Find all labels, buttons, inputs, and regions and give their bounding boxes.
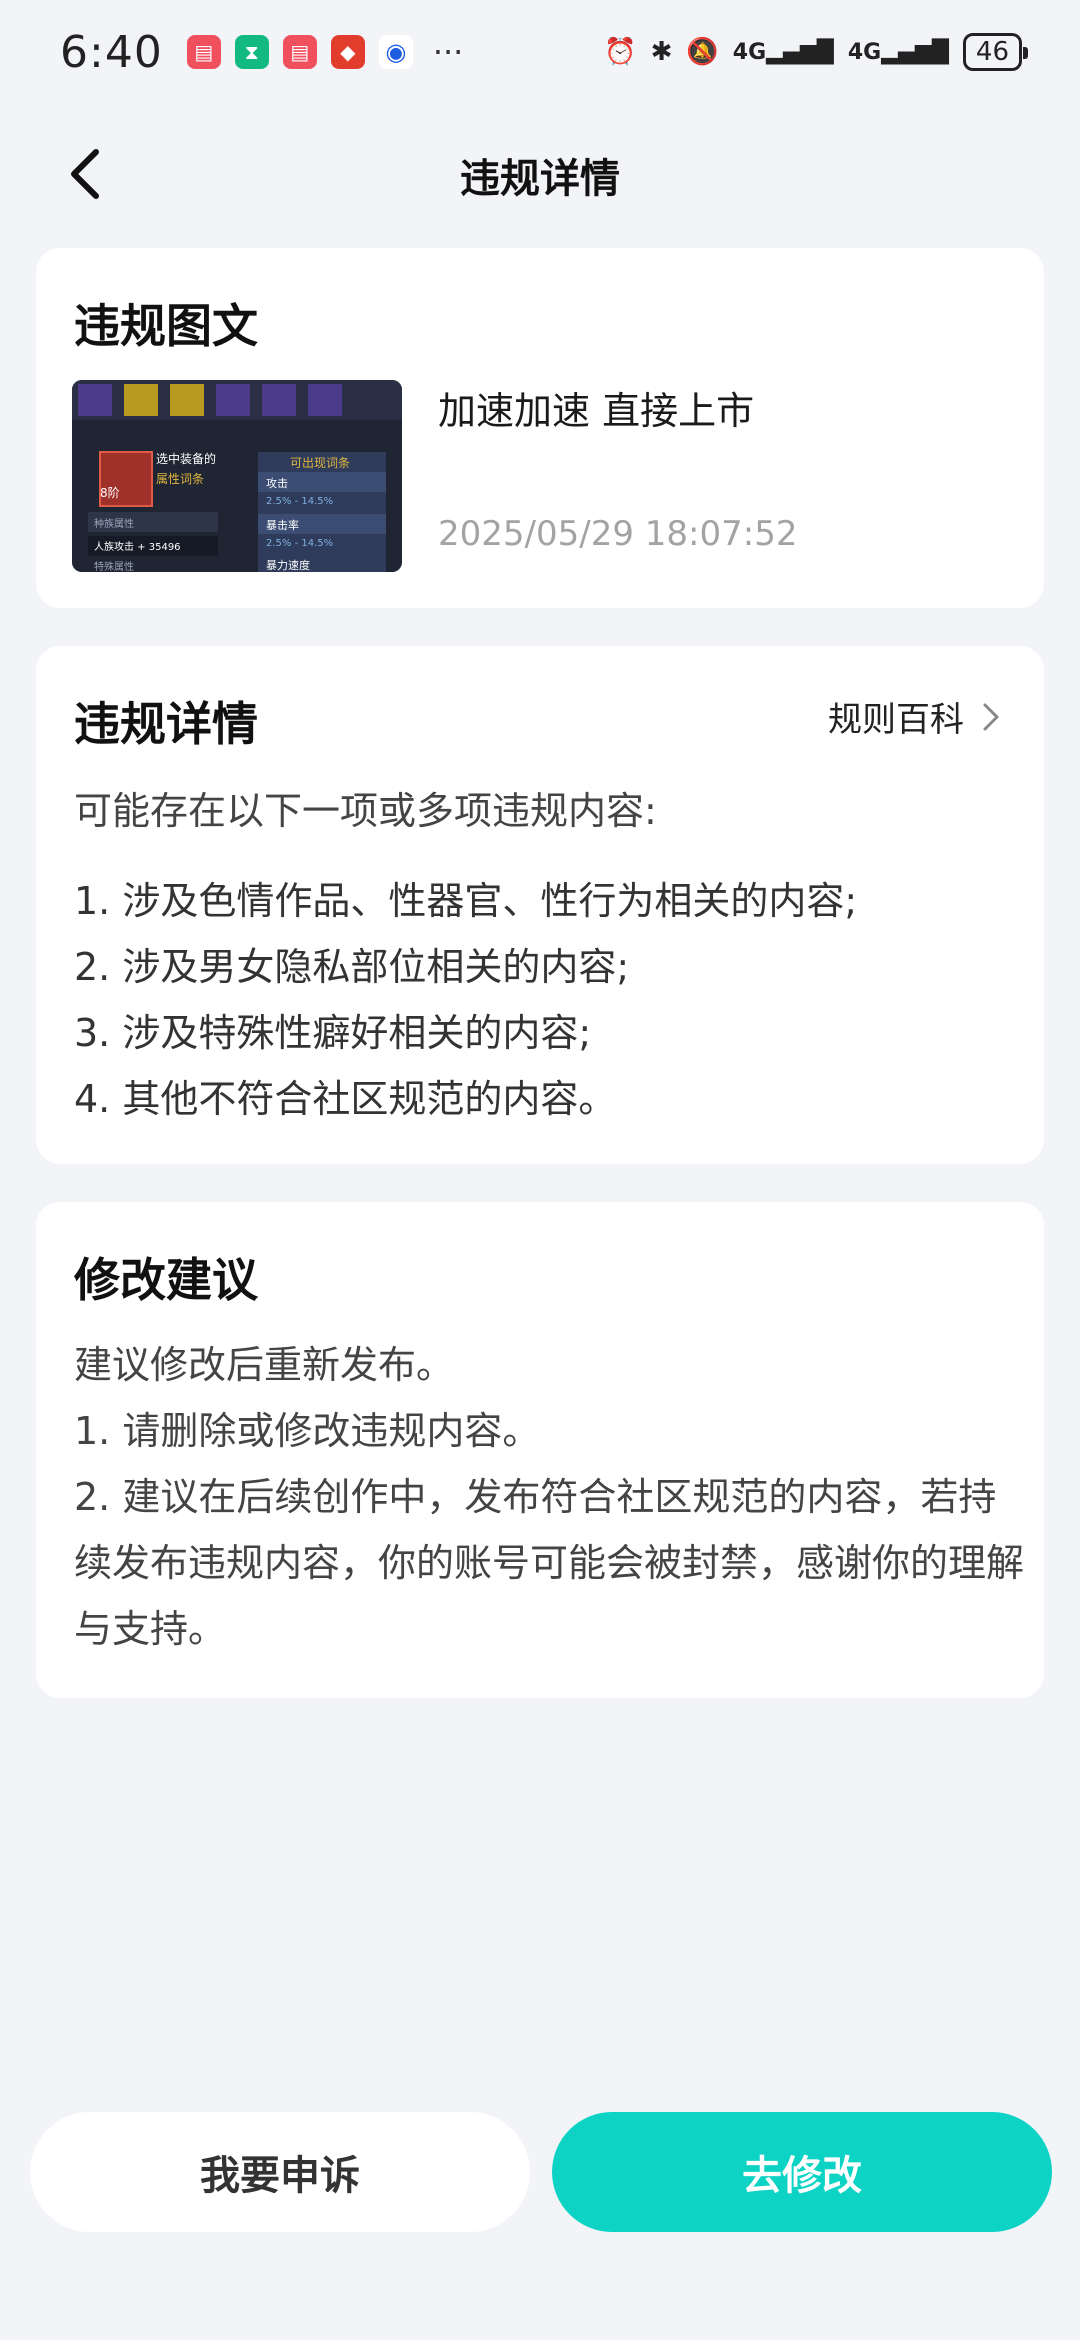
page-header: 违规详情 — [0, 130, 1080, 220]
alarm-icon: ⏰ — [604, 37, 637, 67]
signal-icon: 4G▂▄▆█ — [847, 39, 949, 65]
thumbnail-attr-label: 属性词条 — [156, 472, 205, 486]
list-item: 3. 涉及特殊性癖好相关的内容; — [74, 1011, 592, 1055]
status-left: 6:40 ▤ ⧗ ▤ ◆ ◉ ··· — [60, 27, 463, 78]
thumbnail-row: 2.5% - 14.5% — [266, 496, 334, 507]
status-time: 6:40 — [60, 26, 163, 78]
violation-post-card: 违规图文 选中装备的 属性词条 8阶 可出现词条 攻击 2.5% - 14.5%… — [36, 248, 1044, 608]
timer-app-icon: ⧗ — [234, 35, 269, 69]
suggestion-line: 建议修改后重新发布。 — [74, 1343, 455, 1387]
post-timestamp: 2025/05/29 18:07:52 — [438, 514, 798, 554]
thumbnail-row: 攻击 — [266, 477, 288, 490]
thumbnail-row: 2.5% - 14.5% — [266, 538, 334, 549]
suggestion-line: 1. 请删除或修改违规内容。 — [74, 1409, 541, 1453]
more-notifications-icon: ··· — [432, 33, 464, 71]
browser-app-icon: ◉ — [378, 35, 413, 69]
status-right: ⏰ ✱ 🔕 4G▂▄▆█ 4G▂▄▆█ 46 — [604, 33, 1029, 71]
list-item: 2. 涉及男女隐私部位相关的内容; — [74, 945, 630, 989]
app-notification-icon: ▤ — [282, 35, 317, 69]
violation-detail-card: 违规详情 规则百科 可能存在以下一项或多项违规内容: 1. 涉及色情作品、性器官… — [36, 646, 1044, 1164]
section-title: 违规详情 — [74, 697, 258, 751]
violation-list: 1. 涉及色情作品、性器官、性行为相关的内容; 2. 涉及男女隐私部位相关的内容… — [74, 868, 857, 1132]
thumbnail-race-value: 人族攻击 + 35496 — [94, 542, 181, 553]
section-title: 修改建议 — [74, 1253, 258, 1307]
thumbnail-row: 暴击率 — [266, 519, 299, 532]
signal-icon: 4G▂▄▆█ — [732, 39, 834, 65]
suggestion-card: 修改建议 建议修改后重新发布。 1. 请删除或修改违规内容。 2. 建议在后续创… — [36, 1202, 1044, 1698]
suggestion-text: 建议修改后重新发布。 1. 请删除或修改违规内容。 2. 建议在后续创作中，发布… — [74, 1332, 1024, 1662]
post-thumbnail[interactable]: 选中装备的 属性词条 8阶 可出现词条 攻击 2.5% - 14.5% 暴击率 … — [72, 380, 402, 572]
thumbnail-selected-label: 选中装备的 — [156, 452, 217, 466]
edit-button[interactable]: 去修改 — [552, 2112, 1052, 2232]
appeal-button[interactable]: 我要申诉 — [30, 2112, 530, 2232]
thumbnail-available-label: 可出现词条 — [290, 456, 351, 470]
game-app-icon: ◆ — [330, 35, 365, 69]
thumbnail-race-label: 种族属性 — [94, 519, 134, 530]
list-item: 1. 涉及色情作品、性器官、性行为相关的内容; — [74, 879, 858, 923]
chevron-left-icon — [71, 149, 99, 199]
battery-indicator: 46 — [962, 33, 1029, 71]
thumbnail-special-label: 特殊属性 — [94, 562, 134, 572]
app-notification-icon: ▤ — [186, 35, 221, 69]
rules-wiki-link[interactable]: 规则百科 — [828, 692, 1000, 741]
back-button[interactable] — [58, 146, 114, 202]
rules-link-label: 规则百科 — [828, 700, 964, 740]
detail-intro: 可能存在以下一项或多项违规内容: — [74, 789, 657, 833]
section-title: 违规图文 — [74, 299, 258, 353]
chevron-right-icon — [983, 703, 999, 730]
post-text[interactable]: 加速加速 直接上市 — [438, 380, 754, 435]
status-bar: 6:40 ▤ ⧗ ▤ ◆ ◉ ··· ⏰ ✱ 🔕 4G▂▄▆█ 4G▂▄▆█ 4… — [0, 0, 1080, 104]
mute-icon: 🔕 — [686, 37, 719, 67]
bluetooth-icon: ✱ — [650, 37, 673, 67]
suggestion-line: 2. 建议在后续创作中，发布符合社区规范的内容，若持续发布违规内容，你的账号可能… — [74, 1475, 1025, 1651]
list-item: 4. 其他不符合社区规范的内容。 — [74, 1077, 617, 1121]
thumbnail-level: 8阶 — [100, 486, 120, 500]
thumbnail-row: 暴力速度 — [266, 559, 310, 572]
page-title: 违规详情 — [460, 156, 620, 202]
